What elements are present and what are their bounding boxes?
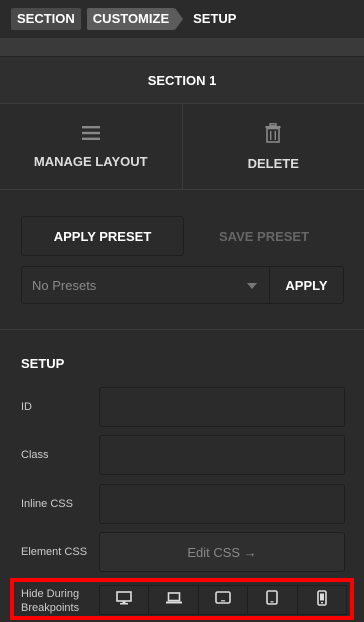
breadcrumb: SECTION CUSTOMIZE SETUP <box>0 0 364 38</box>
id-input[interactable] <box>99 387 345 427</box>
hide-breakpoints-label: Hide During Breakpoints <box>21 587 79 615</box>
setup-heading: SETUP <box>21 356 65 371</box>
hide-breakpoints-label-line1: Hide During <box>21 588 80 600</box>
manage-layout-label: MANAGE LAYOUT <box>33 153 148 169</box>
id-label: ID <box>21 401 32 413</box>
element-css-label: Element CSS <box>21 546 88 558</box>
class-label: Class <box>21 449 49 461</box>
breakpoint-toggle-group <box>99 585 347 615</box>
tablet-portrait-icon <box>266 590 279 610</box>
trash-icon <box>265 122 281 146</box>
menu-icon <box>81 125 100 144</box>
divider-band <box>0 38 364 56</box>
breadcrumb-section[interactable]: SECTION <box>11 8 81 30</box>
element-css-row: Element CSS Edit CSS → <box>0 532 364 572</box>
breakpoint-tablet-landscape-toggle[interactable] <box>197 586 247 614</box>
inline-css-label: Inline CSS <box>21 498 73 510</box>
breakpoint-phone-toggle[interactable] <box>296 586 346 614</box>
save-preset-button[interactable]: SAVE PRESET <box>184 216 344 256</box>
laptop-icon <box>165 591 182 609</box>
delete-button[interactable]: DELETE <box>181 104 364 189</box>
id-row: ID <box>0 387 364 427</box>
tablet-landscape-icon <box>215 591 231 609</box>
breakpoint-laptop-toggle[interactable] <box>148 586 197 614</box>
apply-button[interactable]: APPLY <box>269 266 344 304</box>
inline-css-row: Inline CSS <box>0 484 364 524</box>
class-input[interactable] <box>99 435 345 475</box>
breadcrumb-setup: SETUP <box>193 11 237 26</box>
preset-select-value: No Presets <box>32 277 97 293</box>
desktop-icon <box>116 590 133 610</box>
manage-layout-button[interactable]: MANAGE LAYOUT <box>0 104 182 189</box>
chevron-down-icon <box>247 283 257 289</box>
preset-select[interactable]: No Presets <box>21 266 270 304</box>
preset-panel: APPLY PRESET SAVE PRESET No Presets APPL… <box>0 190 364 330</box>
inline-css-input[interactable] <box>99 484 345 524</box>
class-row: Class <box>0 435 364 475</box>
breakpoint-tablet-portrait-toggle[interactable] <box>247 586 296 614</box>
section-title: SECTION 1 <box>0 56 364 104</box>
phone-icon <box>317 589 327 611</box>
section-actions: MANAGE LAYOUT DELETE <box>0 104 364 190</box>
apply-preset-button[interactable]: APPLY PRESET <box>21 216 184 256</box>
delete-label: DELETE <box>247 155 299 171</box>
hide-breakpoints-label-line2: Breakpoints <box>21 602 80 614</box>
edit-css-button[interactable]: Edit CSS → <box>99 532 345 572</box>
breakpoint-desktop-toggle[interactable] <box>100 586 148 614</box>
hide-breakpoints-row: Hide During Breakpoints <box>10 578 354 620</box>
breadcrumb-customize[interactable]: CUSTOMIZE <box>86 8 184 30</box>
